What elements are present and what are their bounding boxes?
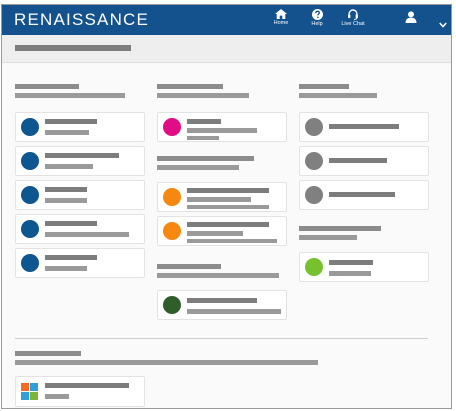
headset-icon bbox=[348, 9, 358, 20]
app-name-placeholder bbox=[329, 124, 399, 129]
app-detail-placeholder bbox=[187, 239, 277, 243]
app-name-placeholder bbox=[45, 153, 119, 158]
app-name-placeholder bbox=[45, 187, 87, 192]
app-window: RENAISSANCE Home Help Live Chat bbox=[1, 4, 452, 409]
app-circle-icon bbox=[21, 118, 39, 136]
app-tile[interactable] bbox=[15, 112, 145, 142]
app-name-placeholder bbox=[329, 192, 395, 197]
app-circle-icon bbox=[21, 186, 39, 204]
app-detail-placeholder bbox=[45, 164, 93, 169]
app-name-placeholder bbox=[187, 222, 269, 227]
section-description-placeholder bbox=[299, 93, 377, 98]
page-subheader bbox=[2, 35, 451, 63]
app-circle-icon bbox=[305, 152, 323, 170]
section-divider bbox=[15, 338, 428, 339]
app-name-placeholder bbox=[45, 221, 97, 226]
app-tile[interactable] bbox=[157, 216, 287, 246]
nav-live-chat[interactable]: Live Chat bbox=[338, 9, 368, 27]
section-description-placeholder bbox=[15, 93, 125, 98]
user-icon[interactable] bbox=[405, 11, 417, 23]
nav-home[interactable]: Home bbox=[266, 9, 296, 26]
app-circle-icon bbox=[305, 118, 323, 136]
app-tile[interactable] bbox=[299, 146, 429, 176]
help-icon bbox=[311, 9, 323, 20]
app-detail-placeholder bbox=[187, 128, 257, 133]
apps-grid-icon bbox=[21, 383, 38, 400]
app-name-placeholder bbox=[187, 188, 269, 193]
app-tile[interactable] bbox=[15, 248, 145, 278]
app-detail-placeholder bbox=[329, 271, 371, 276]
section-heading-placeholder bbox=[15, 351, 81, 356]
app-detail-placeholder bbox=[45, 130, 89, 135]
app-tile[interactable] bbox=[157, 182, 287, 212]
app-name-placeholder bbox=[187, 298, 257, 303]
app-name-placeholder bbox=[329, 158, 387, 163]
app-tile[interactable] bbox=[157, 290, 287, 320]
app-circle-icon bbox=[21, 152, 39, 170]
section-description-placeholder bbox=[299, 235, 357, 240]
app-tile[interactable] bbox=[15, 214, 145, 244]
app-detail-placeholder bbox=[45, 232, 129, 237]
app-tile[interactable] bbox=[299, 180, 429, 210]
app-name-placeholder bbox=[45, 119, 97, 124]
app-detail-placeholder bbox=[45, 394, 69, 399]
app-tile[interactable] bbox=[15, 376, 145, 407]
nav-home-label: Home bbox=[273, 20, 289, 26]
app-circle-icon bbox=[163, 188, 181, 206]
app-name-placeholder bbox=[187, 119, 221, 124]
app-circle-icon bbox=[305, 258, 323, 276]
page-title-placeholder bbox=[15, 45, 131, 51]
section-description-placeholder bbox=[15, 360, 318, 365]
section-heading-placeholder bbox=[15, 84, 79, 89]
section-heading-placeholder bbox=[299, 226, 381, 231]
nav-help[interactable]: Help bbox=[302, 9, 332, 27]
app-name-placeholder bbox=[329, 260, 373, 265]
section-description-placeholder bbox=[157, 93, 249, 98]
app-detail-placeholder bbox=[45, 266, 87, 271]
app-circle-icon bbox=[21, 254, 39, 272]
section-heading-placeholder bbox=[157, 84, 223, 89]
app-detail-placeholder bbox=[187, 205, 269, 209]
home-icon bbox=[275, 9, 287, 19]
app-tile[interactable] bbox=[299, 252, 429, 282]
app-tile[interactable] bbox=[157, 112, 287, 142]
app-circle-icon bbox=[163, 296, 181, 314]
app-name-placeholder bbox=[45, 383, 129, 388]
app-circle-icon bbox=[163, 222, 181, 240]
nav-live-chat-label: Live Chat bbox=[341, 21, 365, 27]
section-description-placeholder bbox=[157, 165, 239, 170]
section-heading-placeholder bbox=[299, 84, 349, 89]
app-detail-placeholder bbox=[187, 231, 243, 236]
top-navigation-bar: RENAISSANCE Home Help Live Chat bbox=[2, 5, 451, 35]
app-detail-placeholder bbox=[187, 197, 251, 202]
chevron-down-icon[interactable] bbox=[439, 22, 447, 28]
app-tile[interactable] bbox=[15, 146, 145, 176]
app-name-placeholder bbox=[45, 255, 97, 260]
nav-help-label: Help bbox=[311, 21, 323, 27]
section-heading-placeholder bbox=[157, 264, 221, 269]
app-detail-placeholder bbox=[187, 136, 219, 140]
app-tile[interactable] bbox=[299, 112, 429, 142]
section-heading-placeholder bbox=[157, 156, 254, 161]
app-circle-icon bbox=[163, 118, 181, 136]
app-circle-icon bbox=[21, 220, 39, 238]
app-detail-placeholder bbox=[45, 198, 87, 203]
app-circle-icon bbox=[305, 186, 323, 204]
section-description-placeholder bbox=[157, 273, 279, 278]
brand-logo[interactable]: RENAISSANCE bbox=[14, 10, 149, 30]
app-detail-placeholder bbox=[187, 309, 281, 314]
app-tile[interactable] bbox=[15, 180, 145, 210]
